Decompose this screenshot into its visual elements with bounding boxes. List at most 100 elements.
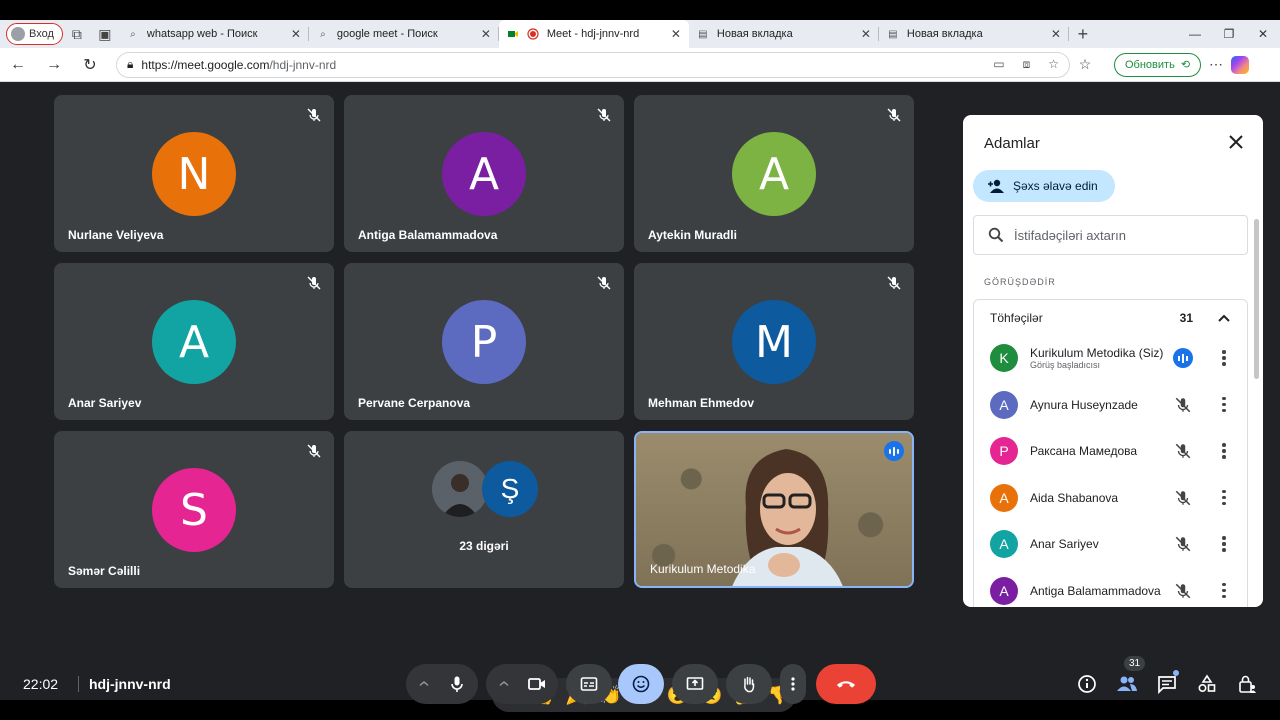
copilot-icon[interactable] bbox=[1231, 55, 1250, 74]
settings-more-icon[interactable]: ⋯ bbox=[1201, 56, 1231, 73]
tab-new-2[interactable]: ▤ Новая вкладка ✕ bbox=[879, 20, 1069, 48]
refresh-icon[interactable]: ↻ bbox=[72, 55, 108, 75]
leave-call-button[interactable] bbox=[816, 664, 876, 704]
chat-button[interactable] bbox=[1155, 670, 1179, 696]
close-tab-icon[interactable]: ✕ bbox=[481, 27, 491, 41]
chevron-up-icon[interactable] bbox=[418, 675, 430, 693]
list-item[interactable]: A Aynura Huseynzade bbox=[974, 382, 1247, 429]
meeting-time: 22:02 bbox=[23, 676, 59, 692]
activities-button[interactable] bbox=[1195, 672, 1219, 696]
hand-icon bbox=[744, 676, 755, 693]
update-button[interactable]: Обновить ⟲ bbox=[1114, 52, 1202, 77]
forward-icon[interactable]: → bbox=[36, 56, 72, 74]
others-tile[interactable]: Ş 23 digəri bbox=[344, 431, 624, 588]
camera-in-use-icon[interactable]: ▭ bbox=[993, 57, 1004, 72]
favorite-star-icon[interactable]: ☆ bbox=[1048, 57, 1059, 72]
people-button[interactable] bbox=[1115, 672, 1139, 696]
chevron-up-icon[interactable] bbox=[1217, 313, 1231, 323]
participant-name: Səmər Cəlilli bbox=[68, 564, 141, 578]
close-tab-icon[interactable]: ✕ bbox=[291, 27, 301, 41]
tab-meet-search[interactable]: ⌕ google meet - Поиск ✕ bbox=[309, 20, 499, 48]
camera-icon[interactable] bbox=[528, 675, 546, 693]
search-input[interactable]: İstifadəçiləri axtarın bbox=[973, 215, 1248, 255]
meeting-info-button[interactable] bbox=[1075, 672, 1099, 696]
close-tab-icon[interactable]: ✕ bbox=[1051, 27, 1061, 41]
meet-stage: N Nurlane Veliyeva A Antiga Balamammadov… bbox=[4, 82, 1276, 712]
favorites-icon[interactable]: ☆ bbox=[1070, 56, 1100, 73]
people-icon bbox=[1117, 676, 1137, 691]
others-count-label: 23 digəri bbox=[459, 539, 509, 553]
participant-tile[interactable]: P Pervane Cerpanova bbox=[344, 263, 624, 420]
panel-title: Adamlar bbox=[984, 135, 1040, 152]
participant-tile[interactable]: M Mehman Ehmedov bbox=[634, 263, 914, 420]
meet-icon bbox=[507, 28, 519, 40]
raise-hand-button[interactable] bbox=[726, 664, 772, 704]
speaking-indicator-icon bbox=[1173, 348, 1193, 368]
workspaces-icon[interactable]: ⧉ bbox=[63, 20, 91, 48]
section-label: GÖRÜŞDƏDİR bbox=[984, 277, 1056, 287]
newtab-icon: ▤ bbox=[888, 28, 898, 40]
url-input[interactable]: 🔒︎ https://meet.google.com/hdj-jnnv-nrd … bbox=[116, 51, 1070, 78]
tab-actions-icon[interactable]: ▣ bbox=[91, 20, 119, 48]
minimize-icon[interactable]: — bbox=[1178, 27, 1212, 41]
avatar: A bbox=[732, 132, 816, 216]
participant-tile[interactable]: A Antiga Balamammadova bbox=[344, 95, 624, 252]
back-icon[interactable]: ← bbox=[0, 56, 36, 74]
new-tab-button[interactable]: + bbox=[1069, 24, 1097, 45]
close-tab-icon[interactable]: ✕ bbox=[671, 27, 681, 41]
more-options-icon[interactable] bbox=[1220, 535, 1228, 553]
tab-meet[interactable]: Meet - hdj-jnnv-nrd ✕ bbox=[498, 20, 689, 48]
present-screen-button[interactable] bbox=[672, 664, 718, 704]
participant-name: Anar Sariyev bbox=[68, 396, 142, 410]
participant-name: Aynura Huseynzade bbox=[1030, 397, 1138, 412]
participant-tile[interactable]: S Səmər Cəlilli bbox=[54, 431, 334, 588]
list-item[interactable]: K Kurikulum Metodika (Siz) Görüş başladı… bbox=[974, 335, 1247, 382]
tab-whatsapp-search[interactable]: ⌕ whatsapp web - Поиск ✕ bbox=[119, 20, 309, 48]
close-icon[interactable] bbox=[1227, 133, 1245, 151]
panel-scrollbar[interactable] bbox=[1254, 219, 1259, 379]
participant-tile[interactable]: A Aytekin Muradli bbox=[634, 95, 914, 252]
mic-off-icon[interactable] bbox=[1174, 582, 1192, 600]
avatar: M bbox=[732, 300, 816, 384]
mic-off-icon[interactable] bbox=[1174, 396, 1192, 414]
restore-icon[interactable]: ❐ bbox=[1212, 27, 1246, 41]
more-options-icon[interactable] bbox=[1220, 442, 1228, 460]
more-options-icon[interactable] bbox=[1220, 582, 1228, 600]
site-info-icon[interactable]: 🔒︎ bbox=[127, 57, 133, 72]
notification-dot bbox=[1173, 670, 1179, 676]
list-item[interactable]: A Aida Shabanova bbox=[974, 475, 1247, 522]
more-options-icon[interactable] bbox=[1220, 349, 1228, 367]
more-options-icon[interactable] bbox=[1220, 489, 1228, 507]
profile-button[interactable]: Вход bbox=[6, 23, 63, 45]
close-window-icon[interactable]: ✕ bbox=[1246, 27, 1280, 41]
participant-name: Aida Shabanova bbox=[1030, 490, 1119, 505]
avatar: S bbox=[152, 468, 236, 552]
chevron-up-icon[interactable] bbox=[498, 675, 510, 693]
more-options-button[interactable] bbox=[780, 664, 806, 704]
contributors-group-header[interactable]: Töhfəçilər 31 bbox=[973, 299, 1248, 335]
mic-icon[interactable] bbox=[448, 675, 466, 693]
update-icon: ⟲ bbox=[1180, 59, 1191, 71]
app-available-icon[interactable]: ⧈ bbox=[1023, 57, 1031, 72]
group-count: 31 bbox=[1179, 310, 1193, 325]
reactions-button[interactable] bbox=[618, 664, 664, 704]
mic-off-icon[interactable] bbox=[1174, 489, 1192, 507]
hang-up-icon bbox=[836, 681, 856, 688]
list-item[interactable]: A Antiga Balamammadova bbox=[974, 568, 1247, 608]
mic-off-icon[interactable] bbox=[1174, 535, 1192, 553]
close-tab-icon[interactable]: ✕ bbox=[861, 27, 871, 41]
avatar-icon bbox=[11, 27, 25, 41]
avatar: A bbox=[990, 390, 1018, 419]
participant-tile[interactable]: A Anar Sariyev bbox=[54, 263, 334, 420]
host-controls-button[interactable] bbox=[1235, 672, 1259, 696]
participant-tile[interactable]: N Nurlane Veliyeva bbox=[54, 95, 334, 252]
self-video-tile[interactable]: Kurikulum Metodika bbox=[634, 431, 914, 588]
list-item[interactable]: P Раксана Мамедова bbox=[974, 428, 1247, 475]
avatar: A bbox=[990, 576, 1018, 605]
captions-button[interactable] bbox=[566, 664, 612, 704]
list-item[interactable]: A Anar Sariyev bbox=[974, 521, 1247, 568]
tab-new-1[interactable]: ▤ Новая вкладка ✕ bbox=[689, 20, 879, 48]
more-options-icon[interactable] bbox=[1220, 396, 1228, 414]
add-people-button[interactable]: Şəxs əlavə edin bbox=[973, 170, 1115, 202]
mic-off-icon[interactable] bbox=[1174, 442, 1192, 460]
